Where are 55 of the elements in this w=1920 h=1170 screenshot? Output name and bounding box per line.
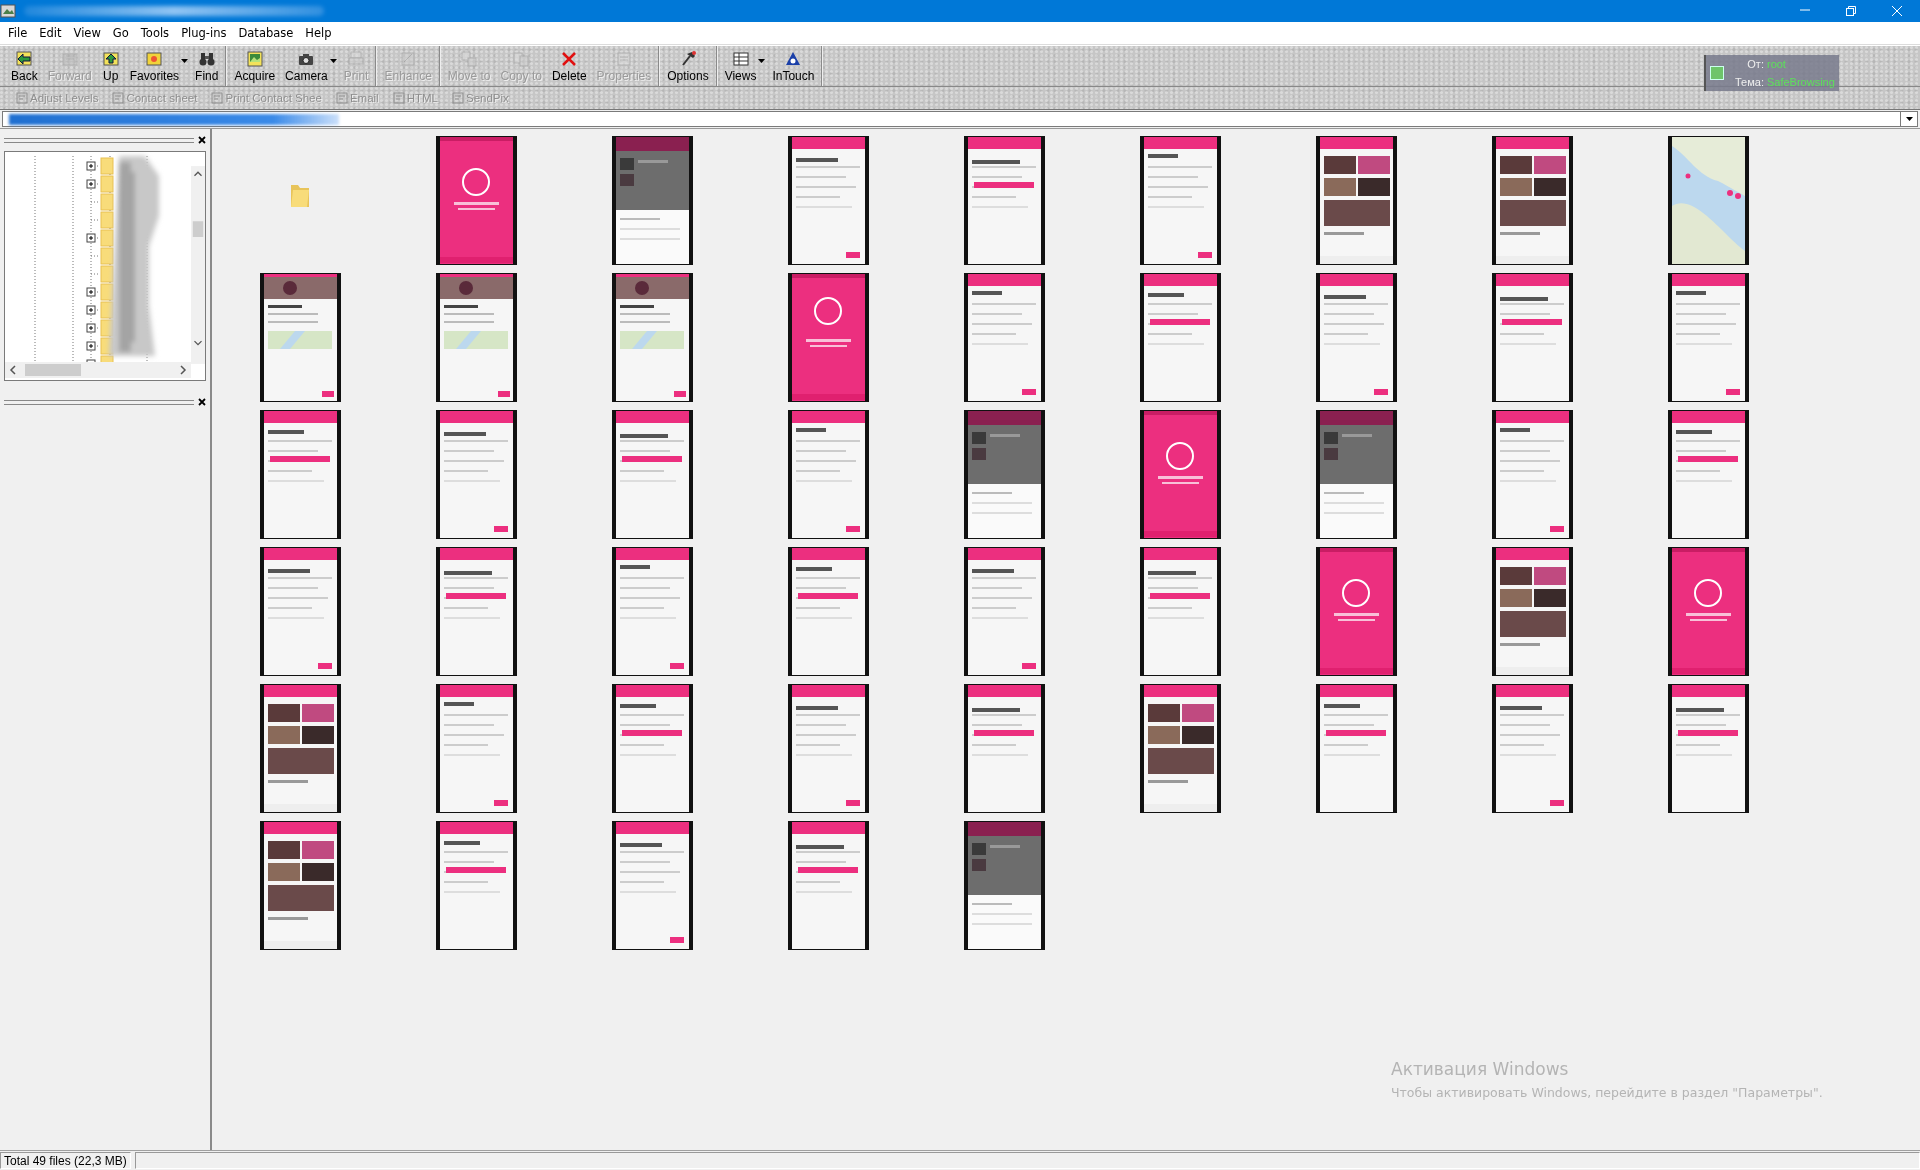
move-icon (460, 49, 479, 68)
send-icon (452, 92, 464, 104)
properties-icon (614, 49, 633, 68)
dropdown-caret-icon[interactable] (758, 59, 766, 63)
toolbar-button[interactable]: Camera (280, 46, 333, 86)
dropdown-caret-icon[interactable] (329, 59, 337, 63)
status-icon (1710, 66, 1724, 80)
activation-title: Активация Windows (1391, 1059, 1570, 1079)
printer-icon (347, 49, 366, 68)
grid-view-icon (731, 49, 750, 68)
print-sheet-icon (211, 92, 224, 104)
horizontal-scrollbar[interactable] (5, 362, 191, 378)
html-icon (392, 92, 405, 104)
toolbar-button[interactable]: Views (719, 46, 762, 86)
activation-message: Чтобы активировать Windows, перейдите в раздел "Параметры". (1391, 1085, 1823, 1100)
dropdown-button[interactable] (1900, 111, 1918, 127)
toolbar-button[interactable]: InTouch (767, 46, 820, 86)
menu-item[interactable]: Edit (33, 24, 68, 42)
close-icon (198, 398, 206, 406)
toolbar-button[interactable]: Favorites (124, 46, 185, 86)
app-icon[interactable] (0, 3, 16, 19)
dropdown-caret-icon[interactable] (181, 59, 189, 63)
caret-icon (1905, 117, 1913, 121)
subject-text: SafeBrowsing (1766, 76, 1836, 88)
menu-item[interactable]: Help (299, 24, 338, 42)
toolbar-button[interactable]: Find (190, 46, 224, 86)
copy-icon (512, 49, 531, 68)
toolbar-button[interactable]: Up (96, 46, 125, 86)
toolbar-button[interactable]: Back (6, 46, 43, 86)
toolbar-button[interactable]: Delete (546, 46, 592, 86)
restore-icon (1845, 5, 1857, 17)
close-button[interactable] (198, 398, 206, 406)
from-label: От: (1746, 58, 1764, 70)
picture-frame-icon (245, 49, 264, 68)
subject-label: Тема: (1735, 76, 1764, 88)
address-field[interactable] (2, 111, 1900, 127)
close-button[interactable] (198, 136, 206, 144)
enhance-icon (399, 49, 418, 68)
toolbar-button[interactable]: Options (662, 46, 714, 86)
levels-icon (16, 92, 28, 104)
menu-item[interactable]: View (67, 24, 107, 42)
sheet-icon (112, 92, 125, 104)
menu-item[interactable]: Database (232, 24, 300, 42)
menu-item[interactable]: Tools (134, 24, 176, 42)
menu-item[interactable]: Go (106, 24, 135, 42)
close-icon (1891, 5, 1903, 17)
sender-text: root (1766, 58, 1787, 70)
status-text: Total 49 files (22,3 MB) (0, 1152, 131, 1169)
menu-item[interactable]: File (2, 24, 34, 42)
email-icon (335, 92, 348, 104)
delete-icon (560, 49, 579, 68)
up-folder-icon (101, 49, 120, 68)
menu-item[interactable]: Plug-ins (175, 24, 233, 42)
toolbar-button[interactable]: Acquire (229, 46, 281, 86)
close-icon (198, 136, 206, 144)
